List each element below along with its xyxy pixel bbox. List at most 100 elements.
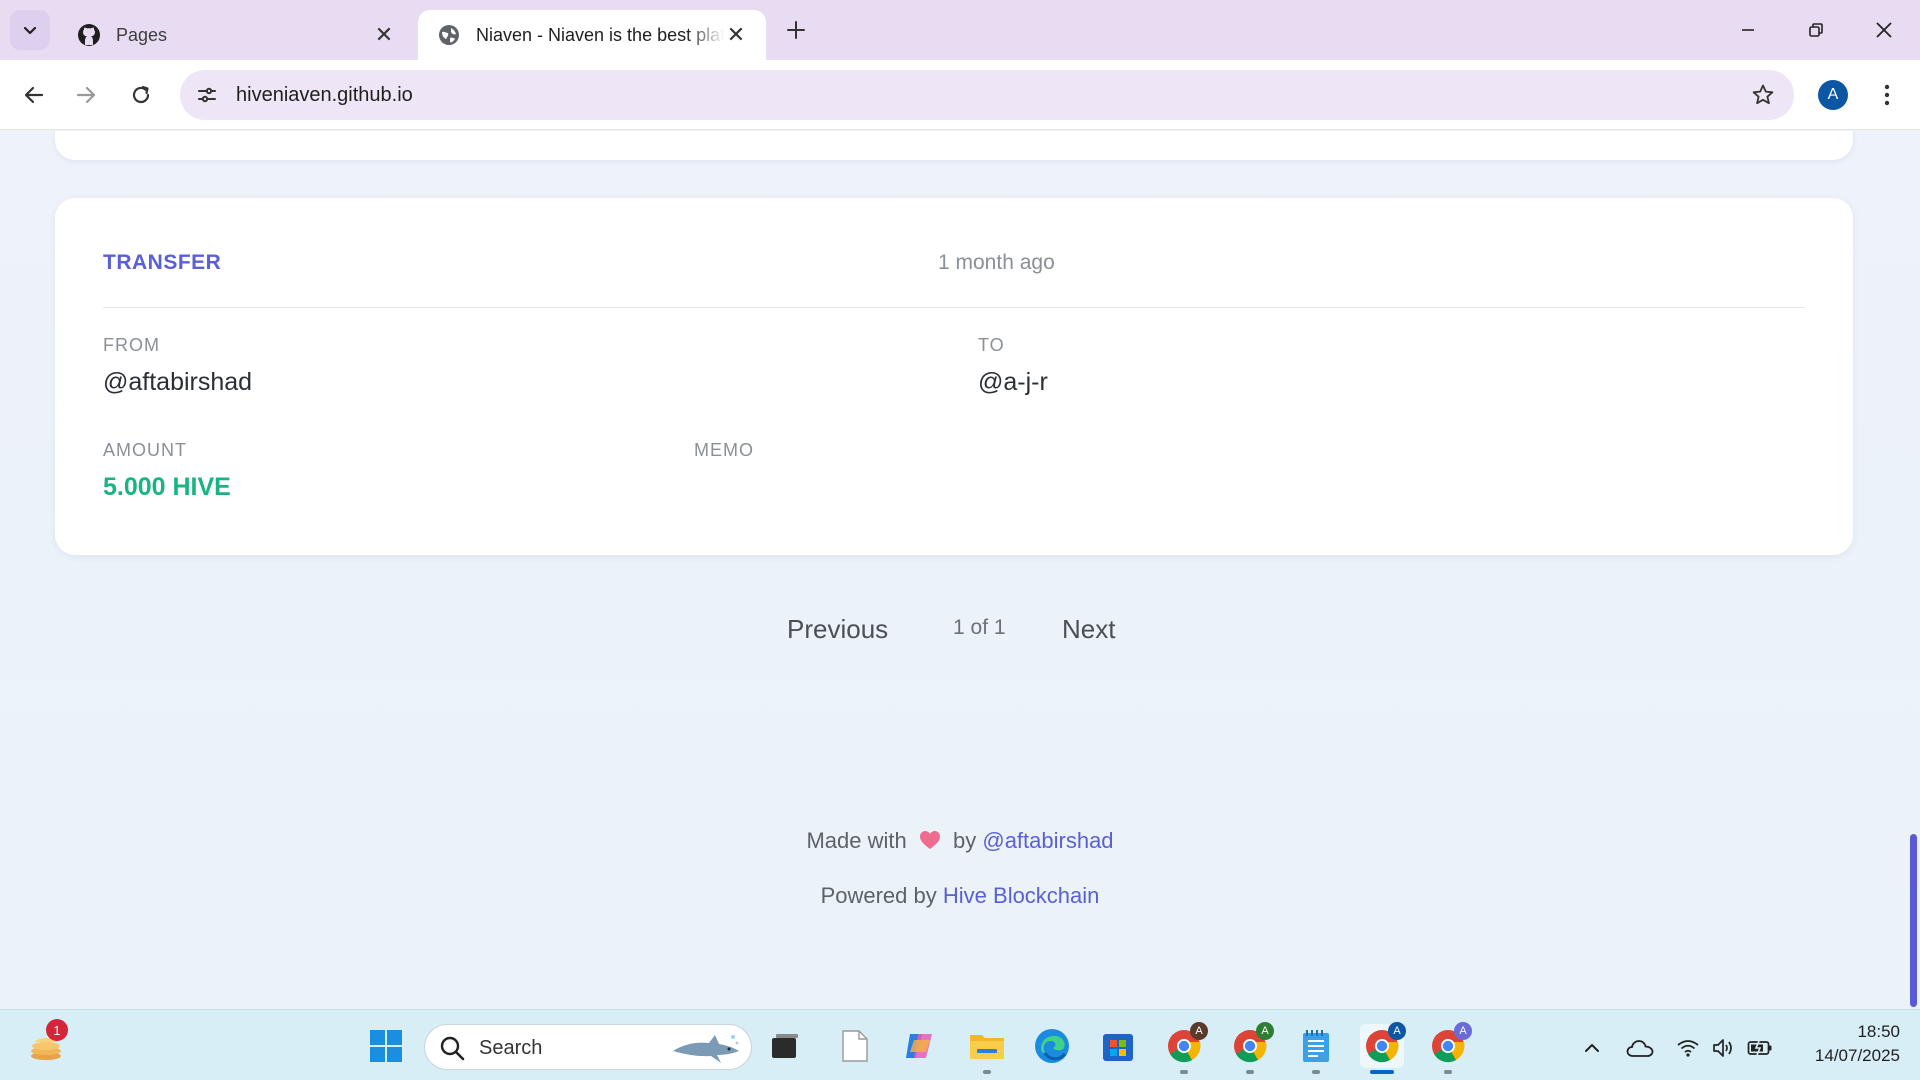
document-icon: [842, 1030, 868, 1062]
forward-button[interactable]: [66, 75, 106, 115]
by-text: by: [952, 828, 977, 853]
profile-badge: A: [1388, 1022, 1406, 1040]
github-icon: [76, 22, 102, 48]
tab-search-button[interactable]: [10, 10, 50, 50]
shark-highlight-icon: [673, 1035, 739, 1063]
transaction-time: 1 month ago: [938, 251, 1055, 274]
wifi-tray[interactable]: [1674, 1034, 1702, 1062]
running-indicator: [1246, 1070, 1254, 1074]
taskbar-copilot[interactable]: [898, 1024, 942, 1068]
page-content: TRANSFER 1 month ago FROM @aftabirshad T…: [0, 131, 1920, 1009]
taskbar-chrome-profile-2[interactable]: A: [1228, 1022, 1274, 1074]
edge-icon: [1035, 1029, 1069, 1063]
running-indicator: [1180, 1070, 1188, 1074]
from-value: @aftabirshad: [103, 368, 253, 396]
task-view-icon: [772, 1034, 798, 1058]
plus-icon: [787, 21, 805, 39]
running-indicator: [983, 1070, 991, 1074]
wifi-icon: [1677, 1040, 1699, 1057]
taskbar-search[interactable]: Search: [424, 1024, 752, 1070]
running-indicator: [1312, 1070, 1320, 1074]
arrow-right-icon: [76, 86, 96, 104]
copilot-icon: [906, 1034, 932, 1058]
volume-tray[interactable]: [1710, 1034, 1738, 1062]
clock-time: 18:50: [1857, 1022, 1900, 1041]
page-status: 1 of 1: [953, 616, 1006, 639]
taskbar-notepad[interactable]: [1294, 1024, 1338, 1074]
running-indicator: [1444, 1070, 1452, 1074]
chevron-down-icon: [23, 26, 37, 35]
task-view-button[interactable]: [763, 1024, 807, 1068]
card-divider: [103, 307, 1805, 308]
memo-label: MEMO: [694, 440, 754, 460]
active-indicator: [1370, 1070, 1394, 1074]
restore-icon: [1809, 23, 1823, 37]
taskbar-chrome-profile-3[interactable]: A: [1360, 1022, 1406, 1074]
close-icon[interactable]: ✕: [724, 22, 748, 47]
taskbar-chrome-profile-4[interactable]: A: [1426, 1022, 1472, 1074]
store-icon: [1103, 1034, 1133, 1061]
browser-tab-bar: Pages ✕ Niaven - Niaven is the best plat…: [0, 0, 1920, 60]
taskbar-edge[interactable]: [1030, 1024, 1074, 1068]
notification-badge: 1: [46, 1019, 68, 1041]
clock-date: 14/07/2025: [1814, 1046, 1900, 1065]
url-text[interactable]: hiveniaven.github.io: [236, 84, 413, 107]
search-icon: [440, 1036, 465, 1061]
tab-title: Pages: [116, 24, 168, 45]
close-icon[interactable]: ✕: [372, 22, 396, 47]
start-button[interactable]: [364, 1024, 408, 1068]
page-scrollbar-thumb[interactable]: [1910, 834, 1917, 1007]
bookmark-star-icon[interactable]: [1750, 82, 1776, 108]
profile-badge: A: [1256, 1022, 1274, 1040]
transaction-card-previous: [55, 131, 1853, 160]
powered-by-text: Powered by: [820, 883, 937, 908]
back-button[interactable]: [14, 75, 54, 115]
taskbar-store[interactable]: [1096, 1024, 1140, 1068]
profile-badge: A: [1454, 1022, 1472, 1040]
taskbar-blank-document[interactable]: [833, 1024, 877, 1068]
menu-button[interactable]: [1872, 75, 1902, 115]
tab-pages[interactable]: Pages ✕: [58, 10, 414, 60]
tab-niaven[interactable]: Niaven - Niaven is the best platform ✕: [418, 10, 766, 60]
battery-charging-icon: [1747, 1040, 1772, 1056]
author-link[interactable]: @aftabirshad: [982, 828, 1113, 853]
arrow-left-icon: [24, 86, 44, 104]
close-icon: [1876, 22, 1892, 38]
profile-avatar[interactable]: A: [1818, 80, 1848, 110]
made-with-text: Made with: [806, 828, 907, 853]
browser-toolbar: hiveniaven.github.io A: [0, 60, 1920, 130]
amount-label: AMOUNT: [103, 440, 187, 460]
address-bar[interactable]: hiveniaven.github.io: [180, 70, 1794, 120]
previous-button[interactable]: Previous: [787, 614, 888, 645]
speaker-icon: [1713, 1039, 1732, 1057]
minimize-button[interactable]: [1722, 10, 1774, 50]
footer-made-with: Made with by @aftabirshad: [0, 828, 1920, 854]
new-tab-button[interactable]: [780, 14, 812, 46]
taskbar-chrome-profile-1[interactable]: A: [1162, 1022, 1208, 1074]
tab-title: Niaven - Niaven is the best platform: [476, 24, 724, 45]
onedrive-tray[interactable]: [1626, 1034, 1654, 1062]
taskbar-file-explorer[interactable]: [965, 1024, 1009, 1074]
chevron-up-icon: [1585, 1044, 1599, 1052]
site-settings-icon[interactable]: [194, 82, 220, 108]
notepad-icon: [1303, 1030, 1329, 1062]
to-label: TO: [978, 335, 1005, 355]
transaction-card: TRANSFER 1 month ago FROM @aftabirshad T…: [55, 198, 1853, 555]
next-button[interactable]: Next: [1062, 614, 1115, 645]
windows-icon: [370, 1030, 402, 1062]
heart-icon: [919, 831, 940, 849]
show-hidden-icons-button[interactable]: [1578, 1034, 1606, 1062]
taskbar-clock[interactable]: 18:50 14/07/2025: [1780, 1020, 1900, 1068]
platform-link[interactable]: Hive Blockchain: [943, 883, 1100, 908]
restore-button[interactable]: [1790, 10, 1842, 50]
reload-icon: [132, 85, 150, 104]
minimize-icon: [1742, 29, 1754, 31]
battery-tray[interactable]: [1746, 1034, 1774, 1062]
reload-button[interactable]: [121, 75, 161, 115]
transaction-type: TRANSFER: [103, 251, 222, 274]
close-window-button[interactable]: [1858, 10, 1910, 50]
search-placeholder: Search: [479, 1037, 543, 1059]
amount-value: 5.000 HIVE: [103, 473, 231, 501]
profile-badge: A: [1190, 1022, 1208, 1040]
folder-icon: [970, 1035, 1004, 1059]
